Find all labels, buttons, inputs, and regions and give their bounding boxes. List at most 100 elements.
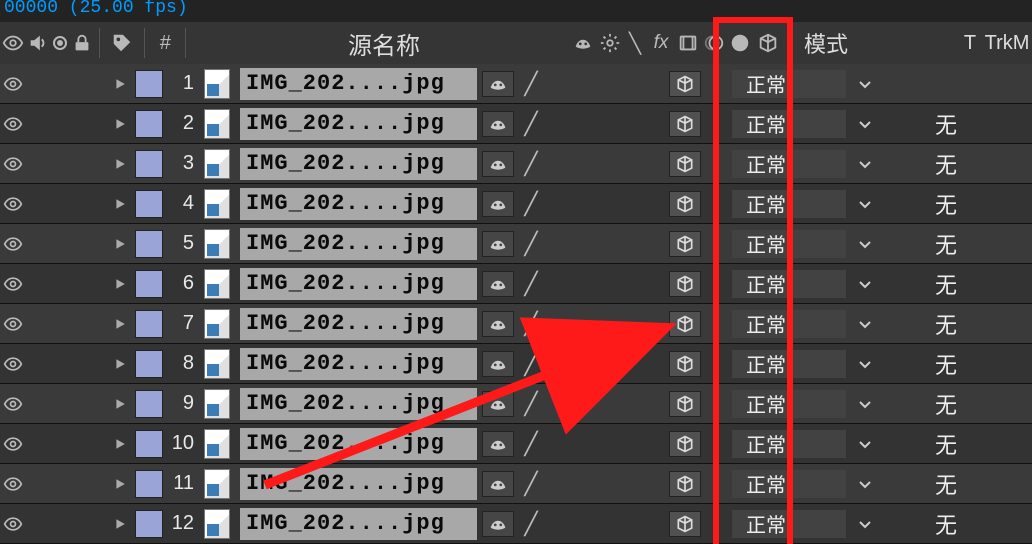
layer-source-name[interactable]: IMG_202....jpg — [240, 188, 477, 220]
expand-toggle[interactable] — [106, 344, 134, 383]
3d-toggle[interactable] — [656, 144, 714, 183]
layer-source-name[interactable]: IMG_202....jpg — [240, 388, 477, 420]
track-matte-dropdown[interactable]: 无 — [928, 224, 964, 263]
chevron-down-icon[interactable] — [846, 504, 884, 543]
track-matte-dropdown[interactable]: 无 — [928, 184, 964, 223]
layer-source-name[interactable]: IMG_202....jpg — [240, 348, 477, 380]
track-matte-dropdown[interactable]: 无 — [928, 384, 964, 423]
blend-mode-dropdown[interactable]: 正常 — [732, 70, 846, 98]
3d-toggle[interactable] — [656, 464, 714, 503]
layer-row[interactable]: 10IMG_202....jpg╱正常无 — [0, 424, 1032, 464]
effects-column-icon[interactable]: fx — [647, 22, 675, 64]
layer-source-name[interactable]: IMG_202....jpg — [240, 308, 477, 340]
adjustment-column-icon[interactable] — [727, 22, 753, 64]
chevron-down-icon[interactable] — [846, 104, 884, 143]
blend-mode-dropdown[interactable]: 正常 — [732, 190, 846, 218]
visibility-toggle[interactable] — [0, 264, 26, 303]
layer-source-name[interactable]: IMG_202....jpg — [240, 68, 477, 100]
layer-source-name[interactable]: IMG_202....jpg — [240, 468, 477, 500]
blend-mode-dropdown[interactable]: 正常 — [732, 350, 846, 378]
label-color[interactable] — [134, 344, 164, 383]
collapse-column-icon[interactable] — [597, 22, 623, 64]
track-matte-dropdown[interactable]: 无 — [928, 424, 964, 463]
3d-toggle[interactable] — [656, 264, 714, 303]
quality-toggle[interactable]: ╱ — [516, 504, 546, 543]
layer-row[interactable]: 3IMG_202....jpg╱正常无 — [0, 144, 1032, 184]
visibility-toggle[interactable] — [0, 424, 26, 463]
motion-blur-column-icon[interactable] — [701, 22, 727, 64]
blend-mode-dropdown[interactable]: 正常 — [732, 430, 846, 458]
blend-mode-dropdown[interactable]: 正常 — [732, 510, 846, 538]
chevron-down-icon[interactable] — [846, 384, 884, 423]
visibility-toggle[interactable] — [0, 224, 26, 263]
shy-toggle[interactable] — [480, 264, 516, 303]
layer-row[interactable]: 2IMG_202....jpg╱正常无 — [0, 104, 1032, 144]
visibility-toggle[interactable] — [0, 184, 26, 223]
track-matte-dropdown[interactable]: 无 — [928, 504, 964, 543]
label-color[interactable] — [134, 224, 164, 263]
blend-mode-dropdown[interactable]: 正常 — [732, 470, 846, 498]
3d-column-icon[interactable] — [753, 22, 783, 64]
quality-toggle[interactable]: ╱ — [516, 264, 546, 303]
label-color[interactable] — [134, 144, 164, 183]
expand-toggle[interactable] — [106, 464, 134, 503]
visibility-toggle[interactable] — [0, 344, 26, 383]
3d-toggle[interactable] — [656, 64, 714, 103]
quality-toggle[interactable]: ╱ — [516, 184, 546, 223]
layer-row[interactable]: 5IMG_202....jpg╱正常无 — [0, 224, 1032, 264]
layer-row[interactable]: 4IMG_202....jpg╱正常无 — [0, 184, 1032, 224]
layer-source-name[interactable]: IMG_202....jpg — [240, 428, 477, 460]
quality-toggle[interactable]: ╱ — [516, 224, 546, 263]
layer-source-name[interactable]: IMG_202....jpg — [240, 228, 477, 260]
layer-source-name[interactable]: IMG_202....jpg — [240, 508, 477, 540]
chevron-down-icon[interactable] — [846, 224, 884, 263]
3d-toggle[interactable] — [656, 304, 714, 343]
layer-row[interactable]: 1IMG_202....jpg╱正常 — [0, 64, 1032, 104]
label-color[interactable] — [134, 424, 164, 463]
track-matte-dropdown[interactable]: 无 — [928, 344, 964, 383]
visibility-toggle[interactable] — [0, 384, 26, 423]
layer-row[interactable]: 12IMG_202....jpg╱正常无 — [0, 504, 1032, 544]
track-matte-dropdown[interactable]: 无 — [928, 104, 964, 143]
label-color[interactable] — [134, 304, 164, 343]
track-matte-dropdown[interactable]: 无 — [928, 264, 964, 303]
3d-toggle[interactable] — [656, 344, 714, 383]
frame-blend-column-icon[interactable] — [675, 22, 701, 64]
shy-toggle[interactable] — [480, 504, 516, 543]
3d-toggle[interactable] — [656, 184, 714, 223]
chevron-down-icon[interactable] — [846, 264, 884, 303]
expand-toggle[interactable] — [106, 104, 134, 143]
layer-source-name[interactable]: IMG_202....jpg — [240, 268, 477, 300]
layer-row[interactable]: 9IMG_202....jpg╱正常无 — [0, 384, 1032, 424]
source-name-header[interactable]: 源名称 — [191, 22, 569, 64]
visibility-toggle[interactable] — [0, 64, 26, 103]
shy-toggle[interactable] — [480, 224, 516, 263]
visibility-toggle[interactable] — [0, 464, 26, 503]
label-color[interactable] — [134, 504, 164, 543]
label-color[interactable] — [134, 264, 164, 303]
visibility-toggle[interactable] — [0, 104, 26, 143]
audio-column-icon[interactable] — [26, 22, 50, 64]
shy-toggle[interactable] — [480, 104, 516, 143]
layer-row[interactable]: 6IMG_202....jpg╱正常无 — [0, 264, 1032, 304]
quality-toggle[interactable]: ╱ — [516, 104, 546, 143]
label-color[interactable] — [134, 64, 164, 103]
shy-toggle[interactable] — [480, 384, 516, 423]
shy-toggle[interactable] — [480, 344, 516, 383]
quality-toggle[interactable]: ╱ — [516, 64, 546, 103]
quality-toggle[interactable]: ╱ — [516, 344, 546, 383]
solo-column-icon[interactable] — [50, 22, 70, 64]
layer-row[interactable]: 8IMG_202....jpg╱正常无 — [0, 344, 1032, 384]
expand-toggle[interactable] — [106, 184, 134, 223]
shy-toggle[interactable] — [480, 144, 516, 183]
expand-toggle[interactable] — [106, 64, 134, 103]
expand-toggle[interactable] — [106, 424, 134, 463]
visibility-toggle[interactable] — [0, 504, 26, 543]
quality-toggle[interactable]: ╱ — [516, 304, 546, 343]
shy-toggle[interactable] — [480, 64, 516, 103]
chevron-down-icon[interactable] — [846, 344, 884, 383]
visibility-toggle[interactable] — [0, 304, 26, 343]
chevron-down-icon[interactable] — [846, 464, 884, 503]
quality-toggle[interactable]: ╱ — [516, 144, 546, 183]
lock-column-icon[interactable] — [70, 22, 94, 64]
